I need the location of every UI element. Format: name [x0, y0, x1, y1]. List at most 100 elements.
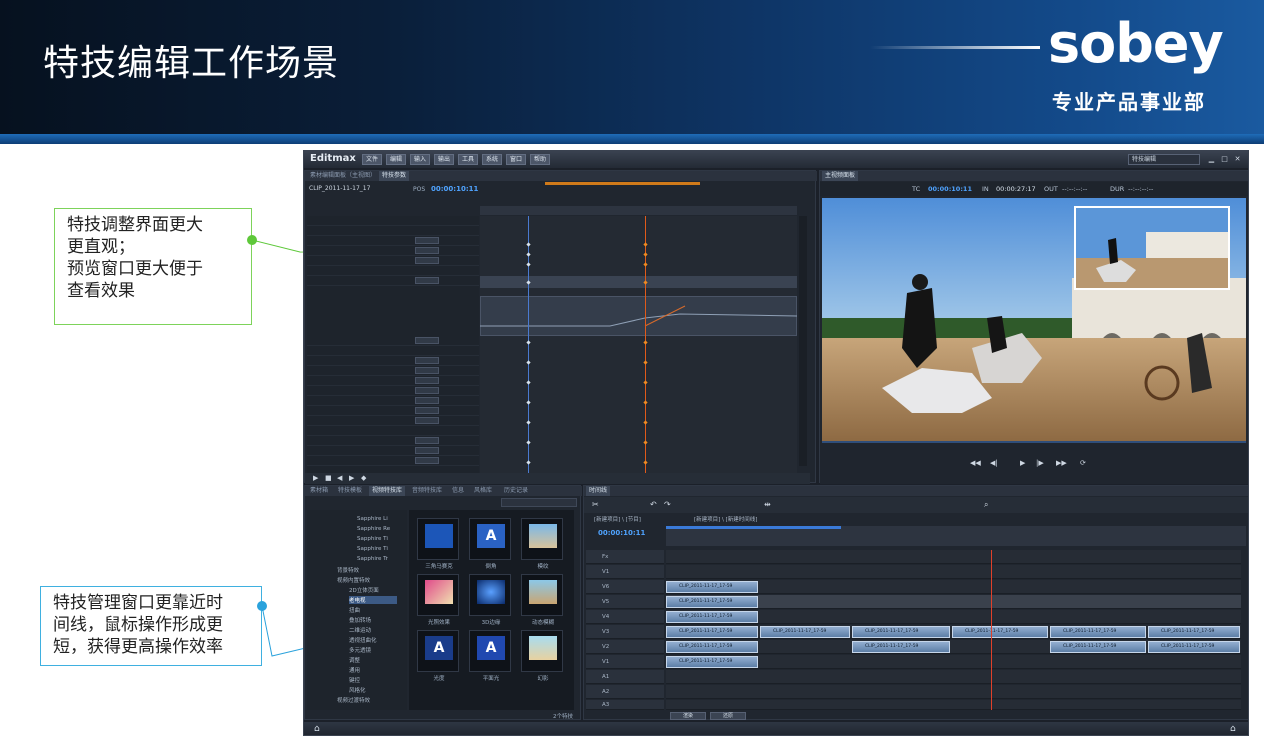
keyframe[interactable] [526, 360, 531, 365]
effect-thumb[interactable]: 动态模糊 [521, 574, 563, 626]
track-header[interactable]: V1 [586, 655, 664, 669]
menu-edit[interactable]: 编辑 [386, 154, 406, 165]
menu-tools[interactable]: 工具 [458, 154, 478, 165]
effect-thumb[interactable]: 3D边缘 [469, 574, 511, 626]
track-lane[interactable]: CLIP_2011-11-17_17-59 [666, 610, 1241, 624]
tree-item[interactable]: 视频内置特效 [337, 576, 370, 584]
pip-window[interactable] [1074, 206, 1230, 290]
tree-item[interactable]: Sapphire Ti [357, 536, 388, 542]
track-header[interactable]: V2 [586, 640, 664, 654]
track-header[interactable]: A2 [586, 685, 664, 699]
track-lane[interactable] [666, 670, 1241, 684]
tab-audio-effects[interactable]: 音频特技库 [409, 486, 445, 496]
restore-button[interactable]: 还原 [710, 712, 746, 720]
param-row[interactable] [307, 226, 479, 236]
track-lane[interactable]: CLIP_2011-11-17_17-59 [666, 655, 1241, 669]
keyframe[interactable] [643, 262, 648, 267]
keyframe[interactable] [526, 262, 531, 267]
next-key-icon[interactable]: ▶ [349, 474, 354, 482]
param-value-field[interactable] [415, 277, 439, 284]
tree-item[interactable]: Sapphire Tr [357, 556, 388, 562]
timeline-clip[interactable]: CLIP_2011-11-17_17-59 [1050, 641, 1146, 653]
track-header[interactable]: A3 [586, 700, 664, 710]
param-row[interactable] [307, 366, 479, 376]
loop-icon[interactable]: ⟳ [1080, 459, 1086, 467]
param-row[interactable] [307, 356, 479, 366]
menu-system[interactable]: 系统 [482, 154, 502, 165]
tree-item[interactable]: 通用 [349, 666, 360, 674]
track-header[interactable]: A1 [586, 670, 664, 684]
tab-effect-template[interactable]: 特技模板 [335, 486, 365, 496]
param-row[interactable] [307, 236, 479, 246]
restore-icon[interactable]: □ [1220, 155, 1229, 164]
library-search-input[interactable] [501, 498, 577, 507]
timeline-clip[interactable]: CLIP_2011-11-17_17-59 [852, 626, 950, 638]
effect-ruler[interactable] [480, 206, 797, 215]
tab-info[interactable]: 信息 [449, 486, 467, 496]
tab-effect-params[interactable]: 特技参数 [379, 171, 410, 181]
param-value-field[interactable] [415, 457, 439, 464]
keyframe[interactable] [526, 242, 531, 247]
param-value-field[interactable] [415, 437, 439, 444]
param-row[interactable] [307, 266, 479, 276]
tree-item[interactable]: 叠加转场 [349, 616, 371, 624]
effect-thumb[interactable]: 幻影 [521, 630, 563, 682]
keyframe[interactable] [526, 420, 531, 425]
track-lane[interactable]: CLIP_2011-11-17_17-59 [666, 595, 1241, 609]
prev-key-icon[interactable]: ◀ [337, 474, 342, 482]
keyframe[interactable] [643, 340, 648, 345]
tab-style-library[interactable]: 风格库 [471, 486, 495, 496]
rewind-icon[interactable]: ◀◀ [970, 459, 981, 467]
timeline-clip[interactable]: CLIP_2011-11-17_17-59 [952, 626, 1048, 638]
redo-icon[interactable]: ↷ [664, 500, 671, 509]
timeline-clip[interactable]: CLIP_2011-11-17_17-59 [1050, 626, 1146, 638]
track-header[interactable]: V6 [586, 580, 664, 594]
snap-icon[interactable]: ⇹ [764, 500, 771, 509]
param-value-field[interactable] [415, 357, 439, 364]
keyframe[interactable] [526, 252, 531, 257]
tree-item[interactable]: 键控 [349, 676, 360, 684]
param-value-field[interactable] [415, 257, 439, 264]
effect-thumb[interactable]: 光照效果 [417, 574, 459, 626]
keyframe[interactable] [643, 242, 648, 247]
param-value-field[interactable] [415, 397, 439, 404]
play-icon[interactable]: ▶ [1020, 459, 1025, 467]
tree-item[interactable]: Sapphire Li [357, 516, 388, 522]
keyframe[interactable] [643, 460, 648, 465]
minimize-icon[interactable]: ▁ [1207, 155, 1216, 164]
menu-help[interactable]: 帮助 [530, 154, 550, 165]
param-row[interactable] [307, 456, 479, 466]
track-lane[interactable]: CLIP_2011-11-17_17-59 CLIP_2011-11-17_17… [666, 640, 1241, 654]
keyframe[interactable] [643, 420, 648, 425]
keyframe[interactable] [643, 380, 648, 385]
tab-material[interactable]: 素材箱 [307, 486, 331, 496]
param-row[interactable] [307, 276, 479, 286]
zoom-icon[interactable]: ⌕ [984, 500, 988, 510]
param-value-field[interactable] [415, 447, 439, 454]
track-header[interactable]: V3 [586, 625, 664, 639]
timeline-clip[interactable]: CLIP_2011-11-17_17-59 [666, 611, 758, 623]
param-row[interactable] [307, 406, 479, 416]
keyframe[interactable] [643, 440, 648, 445]
param-row[interactable] [307, 336, 479, 346]
stop-icon[interactable]: ■ [325, 474, 332, 482]
tree-item[interactable]: 风格化 [349, 686, 366, 694]
tab-clip-edit[interactable]: 素材编辑面板（主视图） [307, 171, 379, 181]
track-header[interactable]: V1 [586, 565, 664, 579]
timeline-clip[interactable]: CLIP_2011-11-17_17-59 [666, 581, 758, 593]
param-row[interactable] [307, 416, 479, 426]
step-forward-icon[interactable]: |▶ [1036, 459, 1044, 467]
track-lane[interactable]: CLIP_2011-11-17_17-59 CLIP_2011-11-17_17… [666, 625, 1241, 639]
menu-window[interactable]: 窗口 [506, 154, 526, 165]
menu-output[interactable]: 输出 [434, 154, 454, 165]
play-icon[interactable]: ▶ [313, 474, 318, 482]
param-value-field[interactable] [415, 377, 439, 384]
effect-thumb[interactable]: 模纹 [521, 518, 563, 570]
keyframe[interactable] [526, 400, 531, 405]
tree-item-selected[interactable]: 老电视 [349, 596, 397, 604]
effect-scrollbar[interactable] [799, 216, 807, 466]
keyframe[interactable] [643, 252, 648, 257]
keyframe[interactable] [526, 340, 531, 345]
add-key-icon[interactable]: ◆ [361, 474, 366, 482]
timeline-playhead[interactable] [991, 550, 992, 710]
